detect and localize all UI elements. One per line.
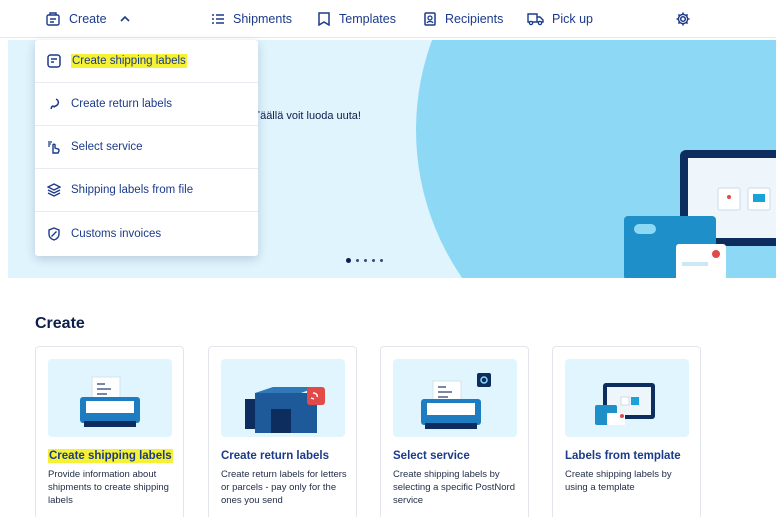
menu-item-label: Select service (71, 141, 143, 153)
monitor-template-illustration (595, 383, 655, 425)
carousel-dot[interactable] (356, 259, 359, 262)
truck-icon (527, 13, 544, 26)
card-illustration (48, 359, 172, 437)
card-description: Create shipping labels by using a templa… (565, 469, 672, 493)
card-title-text: Create shipping labels (48, 449, 173, 463)
card-title: Create return labels (221, 450, 330, 462)
carousel-dots (346, 258, 383, 263)
nav-recipients[interactable]: Recipients (423, 9, 503, 29)
customs-shield-icon (48, 226, 60, 241)
create-label-icon (46, 12, 60, 26)
carousel-dot[interactable] (380, 259, 383, 262)
list-icon (212, 14, 224, 24)
gear-icon (676, 12, 690, 26)
return-box-illustration (245, 387, 325, 433)
label-icon (47, 54, 61, 68)
menu-item-select-service[interactable]: Select service (35, 126, 258, 169)
menu-item-create-shipping-labels[interactable]: Create shipping labels (35, 40, 258, 83)
chevron-up-icon (119, 15, 130, 22)
card-select-service[interactable]: Select service Create shipping labels by… (380, 346, 529, 517)
card-illustration (221, 359, 345, 437)
menu-item-create-return-labels[interactable]: Create return labels (35, 83, 258, 126)
card-title: Labels from template (565, 450, 681, 462)
nav-shipments-label: Shipments (233, 12, 293, 26)
nav-create[interactable]: Create (45, 9, 131, 29)
nav-recipients-label: Recipients (445, 12, 504, 26)
top-nav: Create Shipments Templates Recipients Pi… (0, 0, 776, 38)
card-description: Create return labels for letters or parc… (221, 469, 347, 506)
settings-button[interactable] (675, 9, 691, 29)
file-layers-icon (47, 183, 61, 197)
carousel-dot[interactable] (346, 258, 351, 263)
card-description: Create shipping labels by selecting a sp… (393, 469, 515, 506)
nav-templates-label: Templates (339, 12, 396, 26)
printer-service-illustration (421, 373, 491, 429)
menu-item-label: Create shipping labels (71, 54, 187, 68)
card-labels-from-template[interactable]: Labels from template Create shipping lab… (552, 346, 701, 517)
create-dropdown-menu: Create shipping labels Create return lab… (35, 40, 258, 256)
card-illustration (565, 359, 689, 437)
card-create-shipping-labels[interactable]: Create shipping labels Provide informati… (35, 346, 184, 517)
printer-illustration (80, 376, 140, 427)
bookmark-icon (318, 12, 330, 26)
card-create-return-labels[interactable]: Create return labels Create return label… (208, 346, 357, 517)
carousel-dot[interactable] (364, 259, 367, 262)
nav-pickup-label: Pick up (552, 12, 593, 26)
card-description: Provide information about shipments to c… (48, 469, 169, 506)
carousel-dot[interactable] (372, 259, 375, 262)
nav-templates[interactable]: Templates (317, 9, 396, 29)
menu-item-label: Create return labels (71, 98, 172, 110)
nav-create-label: Create (69, 12, 107, 26)
section-title: Create (35, 315, 85, 332)
menu-item-label: Customs invoices (71, 227, 162, 240)
hero-illustration (624, 150, 776, 278)
menu-item-label: Shipping labels from file (71, 184, 194, 196)
contact-book-icon (424, 12, 436, 26)
card-title: Select service (393, 450, 470, 462)
nav-pickup[interactable]: Pick up (527, 9, 593, 29)
menu-item-customs-invoices[interactable]: Customs invoices (35, 212, 258, 255)
menu-item-shipping-labels-from-file[interactable]: Shipping labels from file (35, 169, 258, 212)
return-arrow-icon (50, 98, 60, 110)
nav-shipments[interactable]: Shipments (211, 9, 292, 29)
hand-pointer-icon (48, 141, 60, 154)
card-illustration (393, 359, 517, 437)
card-title: Create shipping labels (48, 449, 173, 463)
